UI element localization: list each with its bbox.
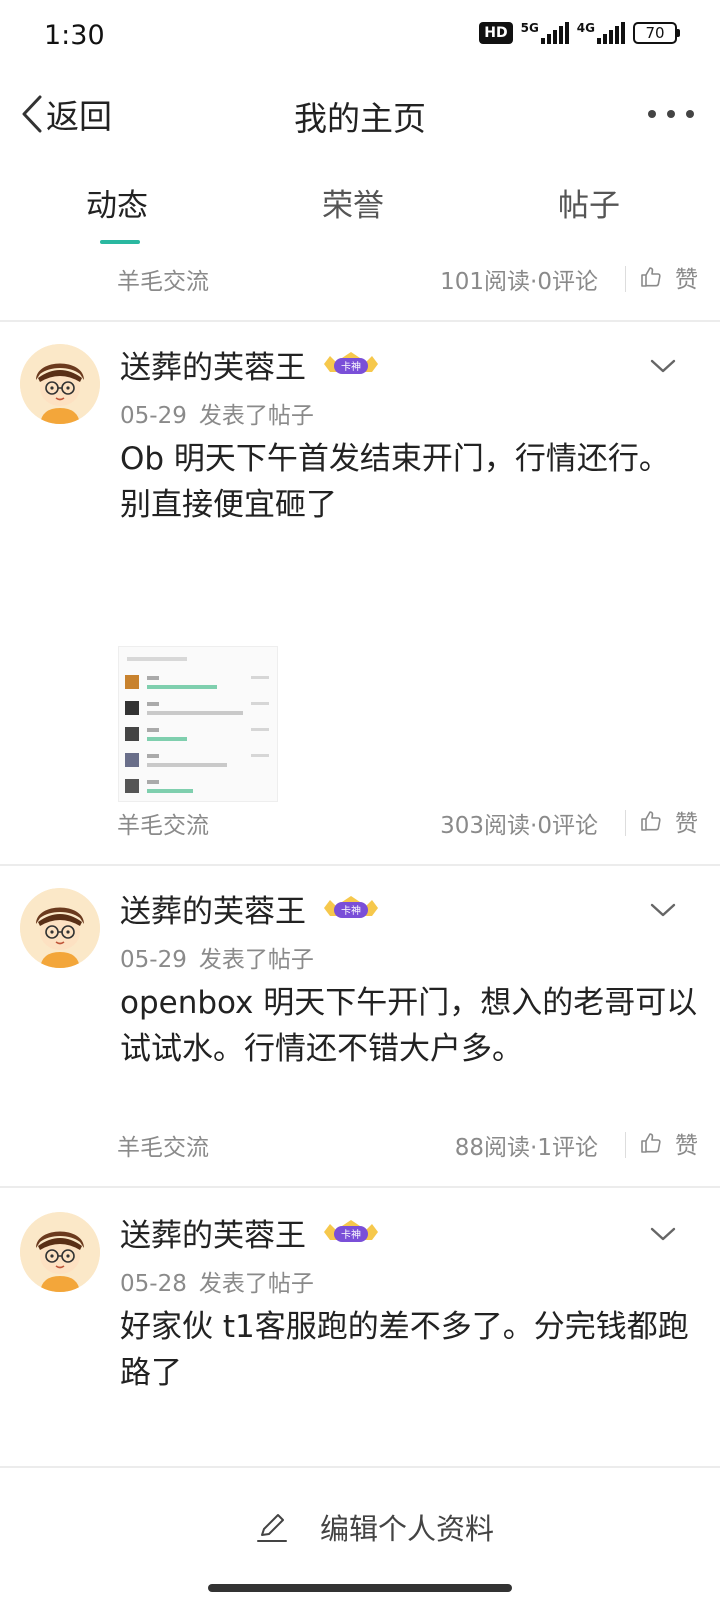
thumb-up-icon: [641, 267, 661, 287]
tab-honors[interactable]: 荣誉: [322, 180, 384, 225]
post-body[interactable]: openbox 明天下午开门，想入的老哥可以试试水。行情还不错大户多。: [120, 980, 700, 1072]
rank-badge-icon: 卡神: [324, 1220, 378, 1242]
back-label: 返回: [46, 97, 112, 136]
tab-bar: 动态 荣誉 帖子: [0, 166, 720, 246]
post-body[interactable]: 好家伙 t1客服跑的差不多了。分完钱都跑路了: [120, 1304, 700, 1396]
back-button[interactable]: 返回: [20, 92, 112, 136]
rank-badge-icon: 卡神: [324, 352, 378, 374]
chevron-down-icon[interactable]: [648, 356, 678, 376]
battery-icon: 70: [633, 22, 680, 44]
rank-badge-label: 卡神: [341, 360, 361, 373]
like-button[interactable]: 赞: [639, 260, 698, 294]
signal-5g-icon: 5G: [521, 22, 569, 44]
avatar[interactable]: [20, 344, 100, 424]
post-meta-row: 羊毛交流 101阅读·0评论 赞: [0, 256, 720, 296]
community-link[interactable]: 羊毛交流: [117, 262, 209, 296]
bottom-bar: 编辑个人资料: [0, 1466, 720, 1600]
avatar[interactable]: [20, 1212, 100, 1292]
post-card[interactable]: 送葬的芙蓉王 卡神 05-28 发表了帖子 好家伙 t1客服跑的差不多了。分完钱都…: [0, 1188, 720, 1466]
status-icons: HD 5G 4G 70: [479, 22, 680, 44]
status-bar: 1:30 HD 5G 4G 70: [0, 0, 720, 76]
thumb-up-icon: [641, 1133, 661, 1153]
rank-badge-label: 卡神: [341, 1228, 361, 1241]
home-indicator[interactable]: [208, 1584, 512, 1592]
post-stats: 303阅读·0评论: [440, 813, 598, 839]
rank-badge-icon: 卡神: [324, 896, 378, 918]
edit-profile-label: 编辑个人资料: [320, 1512, 495, 1546]
post-date: 05-28 发表了帖子: [120, 1271, 314, 1297]
username[interactable]: 送葬的芙蓉王: [120, 886, 306, 931]
like-label: 赞: [675, 1133, 698, 1159]
post-meta-row: 羊毛交流 303阅读·0评论 赞: [0, 800, 720, 840]
hd-badge: HD: [479, 22, 513, 44]
post-stats: 101阅读·0评论: [440, 269, 598, 295]
post-image[interactable]: [118, 646, 278, 802]
post-date: 05-29 发表了帖子: [120, 403, 314, 429]
more-icon[interactable]: [648, 102, 694, 126]
rank-badge-label: 卡神: [341, 904, 361, 917]
community-link[interactable]: 羊毛交流: [117, 806, 209, 840]
like-button[interactable]: 赞: [639, 804, 698, 838]
like-label: 赞: [675, 267, 698, 293]
post-card[interactable]: 送葬的芙蓉王 卡神 05-29 发表了帖子 Ob 明天下午首发结束开门，行情还行。…: [0, 320, 720, 864]
username[interactable]: 送葬的芙蓉王: [120, 1210, 306, 1255]
post-stats: 88阅读·1评论: [454, 1135, 598, 1161]
like-label: 赞: [675, 811, 698, 837]
nav-bar: 返回 我的主页: [0, 76, 720, 152]
tab-posts[interactable]: 帖子: [558, 180, 620, 225]
back-icon: [22, 95, 42, 133]
avatar[interactable]: [20, 888, 100, 968]
post-date: 05-29 发表了帖子: [120, 947, 314, 973]
like-button[interactable]: 赞: [639, 1126, 698, 1160]
thumb-up-icon: [641, 811, 661, 831]
avatar-icon: [20, 344, 100, 424]
avatar-icon: [20, 888, 100, 968]
tab-dynamics[interactable]: 动态: [86, 180, 148, 225]
post-body[interactable]: Ob 明天下午首发结束开门，行情还行。别直接便宜砸了: [120, 436, 700, 528]
status-time: 1:30: [44, 20, 105, 51]
chevron-down-icon[interactable]: [648, 900, 678, 920]
chevron-down-icon[interactable]: [648, 1224, 678, 1244]
post-meta-row: 羊毛交流 88阅读·1评论 赞: [0, 1122, 720, 1162]
community-link[interactable]: 羊毛交流: [117, 1128, 209, 1162]
username[interactable]: 送葬的芙蓉王: [120, 342, 306, 387]
edit-profile-button[interactable]: 编辑个人资料: [254, 1506, 494, 1548]
edit-icon: [257, 1514, 287, 1542]
avatar-icon: [20, 1212, 100, 1292]
tab-indicator: [100, 240, 140, 244]
signal-4g-icon: 4G: [577, 22, 625, 44]
